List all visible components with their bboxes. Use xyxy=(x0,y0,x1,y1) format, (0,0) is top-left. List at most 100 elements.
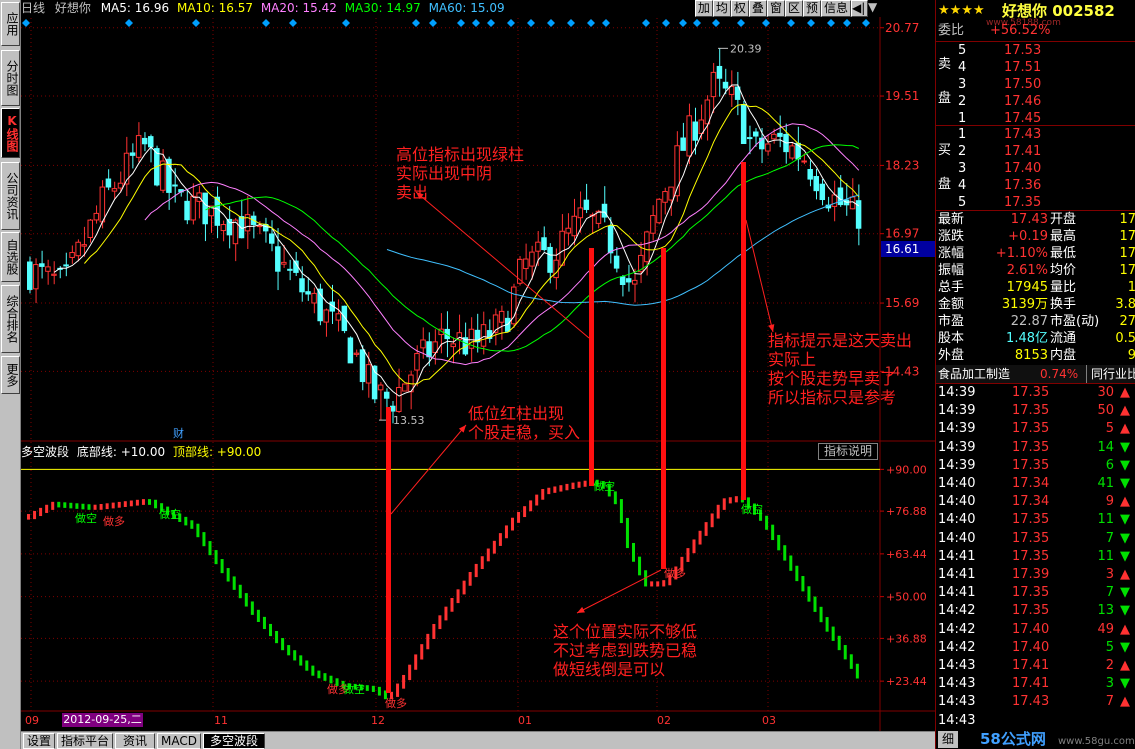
tab-app[interactable]: 应用 xyxy=(1,2,20,46)
tick-volume: 7 xyxy=(1105,530,1114,546)
wave-bar-down xyxy=(317,670,321,679)
signal-label: 做多 xyxy=(664,566,686,580)
price-axis-label: 18.23 xyxy=(885,158,919,172)
toolbar-average-button[interactable]: 均 xyxy=(712,0,731,17)
candle-down xyxy=(299,278,305,293)
candle-up xyxy=(365,364,372,384)
toolbar-info-button[interactable]: 信息 xyxy=(820,0,851,17)
tick-row: 14:43 17.41 3 ▼ xyxy=(936,675,1135,693)
candle-down xyxy=(746,137,753,140)
annotation-line: 实际上 xyxy=(768,350,817,369)
candle-down xyxy=(383,391,390,399)
ma5-legend: MA5: 16.96 xyxy=(100,1,170,15)
indicator-explain-button[interactable]: 指标说明 xyxy=(818,443,878,460)
candle-down xyxy=(607,225,614,254)
tick-time: 14:39 xyxy=(938,403,976,419)
buy-side-label: 买 xyxy=(936,142,1135,160)
quote-panel: ★★★★ 好想你 002582 www.58188.com 委比 +56.52%… xyxy=(935,0,1135,749)
tick-time: 14:43 xyxy=(938,658,976,673)
tab-macd[interactable]: MACD xyxy=(157,733,201,749)
toolbar-rights-button[interactable]: 权 xyxy=(730,0,749,17)
indicator-axis-label: +50.00 xyxy=(886,591,927,604)
tab-news[interactable]: 资讯 xyxy=(115,733,155,749)
toolbar-window-button[interactable]: 窗 xyxy=(766,0,785,17)
up-arrow-icon: ▲ xyxy=(1120,621,1130,637)
toolbar-forecast-button[interactable]: 预 xyxy=(802,0,821,17)
ma20-legend: MA20: 15.42 xyxy=(260,1,337,15)
tick-row: 14:40 17.35 11 ▼ xyxy=(936,511,1135,529)
period-label: 日线 xyxy=(21,1,46,15)
wave-bar-down xyxy=(220,559,224,574)
signal-label: 做多 xyxy=(103,514,125,528)
toolbar-range-button[interactable]: 区 xyxy=(784,0,803,17)
candle-up xyxy=(420,339,426,349)
wave-bar-down xyxy=(825,617,829,632)
tick-time: 14:39 xyxy=(938,439,976,455)
candle-up xyxy=(710,71,717,98)
tick-time: 14:41 xyxy=(938,567,976,582)
tick-price: 17.35 xyxy=(1012,457,1050,473)
stats-row: 振幅 2.61% 均价 17 xyxy=(936,262,1135,280)
candle-up xyxy=(244,214,251,232)
tab-company-news[interactable]: 公司资讯 xyxy=(1,162,20,230)
candle-down xyxy=(27,261,33,290)
tab-kline-label: K线图 xyxy=(5,114,19,152)
candle-up xyxy=(51,273,57,276)
wave-bar-down xyxy=(75,503,79,509)
tab-duokong-boduan[interactable]: 多空波段 xyxy=(203,733,265,749)
stats-label: 总手 xyxy=(938,280,965,295)
tick-price: 17.35 xyxy=(1012,548,1050,564)
up-arrow-icon: ▲ xyxy=(1120,385,1130,400)
candle-up xyxy=(565,227,571,234)
candle-up xyxy=(190,195,196,221)
wave-bar-down xyxy=(789,555,793,571)
toolbar-back-icon[interactable]: ◀| xyxy=(851,0,868,17)
tab-intraday[interactable]: 分时图 xyxy=(1,50,20,106)
wave-bar-down xyxy=(69,502,73,509)
tick-row: 14:39 17.35 30 ▲ xyxy=(936,384,1135,402)
industry-rank-button[interactable]: 同行业比 xyxy=(1086,365,1135,383)
detail-button[interactable]: 细 xyxy=(938,731,959,748)
wave-bar-down xyxy=(819,606,823,623)
toolbar-dropdown-icon[interactable]: ▼ xyxy=(868,0,883,17)
tab-ranking[interactable]: 综合排名 xyxy=(1,285,20,353)
buy-label-2: 盘 xyxy=(938,177,952,192)
stats-value: 17.43 xyxy=(1010,212,1048,227)
wave-bar-up xyxy=(105,503,109,510)
tab-settings[interactable]: 设置 xyxy=(23,733,55,749)
candle-up xyxy=(529,251,535,267)
tick-row: 14:41 17.39 3 ▲ xyxy=(936,566,1135,584)
tab-more[interactable]: 更多 xyxy=(1,356,20,394)
tick-time: 14:39 xyxy=(938,385,976,400)
stats-value: 3.8 xyxy=(1115,297,1135,312)
signal-label: 做空 xyxy=(343,682,365,696)
signal-label: 做空 xyxy=(75,511,97,525)
tick-time: 14:39 xyxy=(938,421,976,437)
up-arrow-icon: ▲ xyxy=(1120,421,1130,437)
tab-watchlist[interactable]: 自选股 xyxy=(1,232,20,282)
annotation-line: 不过考虑到跌势已稳 xyxy=(553,641,698,660)
annotation-line: 低位红柱出现 xyxy=(468,404,565,423)
tick-volume: 7 xyxy=(1105,585,1114,601)
candle-down xyxy=(541,237,547,251)
wave-bar-up xyxy=(559,485,563,492)
buy-side-label: 盘 xyxy=(936,176,1135,194)
toolbar-overlay-button[interactable]: 叠 xyxy=(748,0,767,17)
candle-down xyxy=(347,337,354,364)
candle-up xyxy=(220,224,227,232)
stats-value: 3139万 xyxy=(1001,297,1048,312)
toolbar-add-button[interactable]: 加 xyxy=(694,0,713,17)
candle-down xyxy=(625,278,632,283)
tab-kline[interactable]: K线图 xyxy=(1,108,20,158)
chart-area: 20.77 19.51 18.23 16.97 15.69 14.43 20.39 13.53… xyxy=(21,0,935,749)
stats-row: 涨跌 +0.19 最高 17 xyxy=(936,228,1135,246)
price-axis-label: 15.69 xyxy=(885,296,919,310)
down-arrow-icon: ▼ xyxy=(1120,639,1130,655)
candle-up xyxy=(571,215,577,237)
tick-row: 14:40 17.34 9 ▲ xyxy=(936,493,1135,511)
candle-down xyxy=(184,200,190,221)
tick-time: 14:40 xyxy=(938,530,976,546)
tab-indicator-platform[interactable]: 指标平台 xyxy=(57,733,113,749)
wave-bar-up xyxy=(486,548,490,562)
candle-up xyxy=(656,198,662,224)
